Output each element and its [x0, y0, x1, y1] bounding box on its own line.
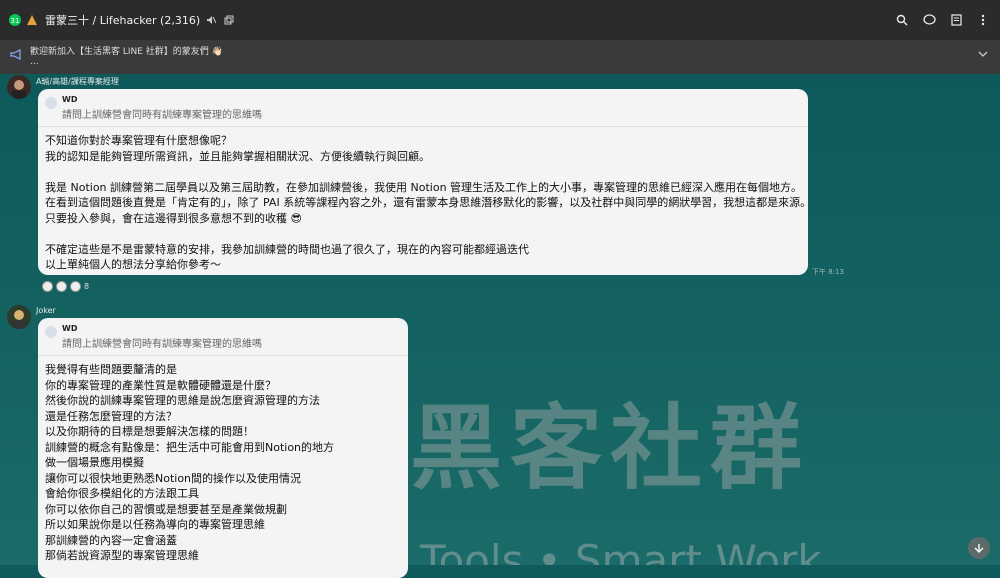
mute-icon[interactable]	[204, 13, 218, 27]
megaphone-icon	[10, 49, 22, 63]
scroll-down-button[interactable]	[968, 537, 990, 559]
svg-text:31: 31	[11, 17, 20, 25]
message-line: 你可以依你自己的習慣或是想要甚至是產業做規劃	[45, 502, 287, 516]
message-line: 訓練營的概念有點像是：把生活中可能會用到Notion的地方	[45, 440, 335, 454]
external-window-icon[interactable]	[222, 13, 236, 27]
quote-sender: WD	[62, 95, 78, 104]
reply-quote[interactable]: WD 請問上訓練營會同時有訓練專案管理的思維嗎	[38, 318, 408, 356]
message-line: 那訓練營的內容一定會涵蓋	[45, 533, 177, 547]
message-bubble[interactable]: WD 請問上訓練營會同時有訓練專案管理的思維嗎 我覺得有些問題要釐清的是 你的專…	[38, 318, 408, 578]
message-bubble[interactable]: WD 請問上訓練營會同時有訓練專案管理的思維嗎 不知道你對於專案管理有什麼想像呢…	[38, 89, 811, 275]
quote-avatar	[45, 97, 57, 109]
reaction-count: 8	[84, 282, 90, 291]
message-text: 不知道你對於專案管理有什麼想像呢？ 我的認知是能夠管理所需資訊，並且能夠掌握相關…	[38, 127, 812, 279]
message-line: 我覺得有些問題要釐清的是	[45, 363, 177, 376]
sender-name: Joker	[36, 306, 56, 315]
message-line: 所以如果說你是以任務為導向的專案管理思維	[45, 518, 265, 531]
reaction-icon	[56, 281, 67, 292]
sender-name: A瑜/高雄/課程專案經理	[36, 77, 119, 86]
quote-text: 請問上訓練營會同時有訓練專案管理的思維嗎	[62, 110, 262, 121]
message-line: 只要投入參與，會在這邊得到很多意想不到的收穫 😎	[45, 211, 302, 225]
announcement-text: 歡迎新加入【生活黑客 LINE 社群】的蒙友們 👋🏻	[30, 47, 223, 57]
app-badge-icon: 31	[8, 13, 22, 27]
message-line	[45, 226, 801, 242]
avatar[interactable]	[7, 305, 31, 329]
avatar-icon	[25, 13, 39, 27]
message-line	[45, 164, 801, 180]
message-line: 在看到這個問題後直覺是「肯定有的」，除了 PAI 系統等課程內容之外，還有雷蒙本…	[45, 196, 812, 209]
message-line: 不確定這些是不是雷蒙特意的安排，我參加訓練營的時間也過了很久了，現在的內容可能都…	[45, 242, 529, 256]
background-subtitle: Tools • Smart Work	[420, 536, 822, 565]
arrow-down-icon	[974, 544, 984, 553]
chat-icon[interactable]	[922, 13, 936, 27]
message-time: 下午 8:13	[812, 268, 844, 276]
avatar[interactable]	[7, 75, 31, 99]
quote-text: 請問上訓練營會同時有訓練專案管理的思維嗎	[62, 339, 262, 350]
message-text: 我覺得有些問題要釐清的是 你的專案管理的產業性質是軟體硬體還是什麼？ 然後你說的…	[38, 356, 408, 570]
quote-avatar	[45, 326, 57, 338]
more-icon[interactable]	[976, 13, 990, 27]
chat-header: 31 雷蒙三十 / Lifehacker (2,316)	[0, 0, 1000, 40]
chat-title: 雷蒙三十 / Lifehacker (2,316)	[45, 14, 201, 27]
reactions[interactable]: 8	[42, 281, 89, 292]
chevron-down-icon[interactable]	[978, 50, 988, 60]
message-line: 然後你說的訓練專案管理的思維是說怎麼資源管理的方法	[45, 394, 320, 407]
notes-icon[interactable]	[949, 13, 963, 27]
reaction-icon	[42, 281, 53, 292]
reply-quote[interactable]: WD 請問上訓練營會同時有訓練專案管理的思維嗎	[38, 89, 808, 127]
message-line: 我是 Notion 訓練營第二屆學員以及第三屆助教，在參加訓練營後，我使用 No…	[45, 180, 803, 194]
message-line: 讓你可以很快地更熟悉Notion間的操作以及使用情況	[45, 471, 302, 485]
message-line: 我的認知是能夠管理所需資訊，並且能夠掌握相關狀況、方便後續執行與回顧。	[45, 149, 430, 163]
reaction-icon	[70, 281, 81, 292]
message-line: 做一個場景應用模擬	[45, 456, 144, 469]
message-line: 以上單純個人的想法分享給你參考～	[45, 258, 221, 271]
background-title: 黑客社群	[410, 395, 811, 502]
message-line: 那倘若說資源型的專案管理思維	[45, 549, 199, 562]
message-line: 會給你很多模組化的方法跟工具	[45, 487, 199, 500]
message-line: 不知道你對於專案管理有什麼想像呢？	[45, 134, 232, 147]
message-line: 以及你期待的目標是想要解決怎樣的問題！	[45, 425, 254, 438]
announcement-ellipsis: ...	[30, 57, 39, 67]
quote-sender: WD	[62, 324, 78, 333]
message-line: 你的專案管理的產業性質是軟體硬體還是什麼？	[45, 378, 276, 392]
message-line: 還是任務怎麼管理的方法？	[45, 409, 177, 423]
search-icon[interactable]	[895, 13, 909, 27]
announcement-bar[interactable]: 歡迎新加入【生活黑客 LINE 社群】的蒙友們 👋🏻 ...	[0, 40, 1000, 74]
